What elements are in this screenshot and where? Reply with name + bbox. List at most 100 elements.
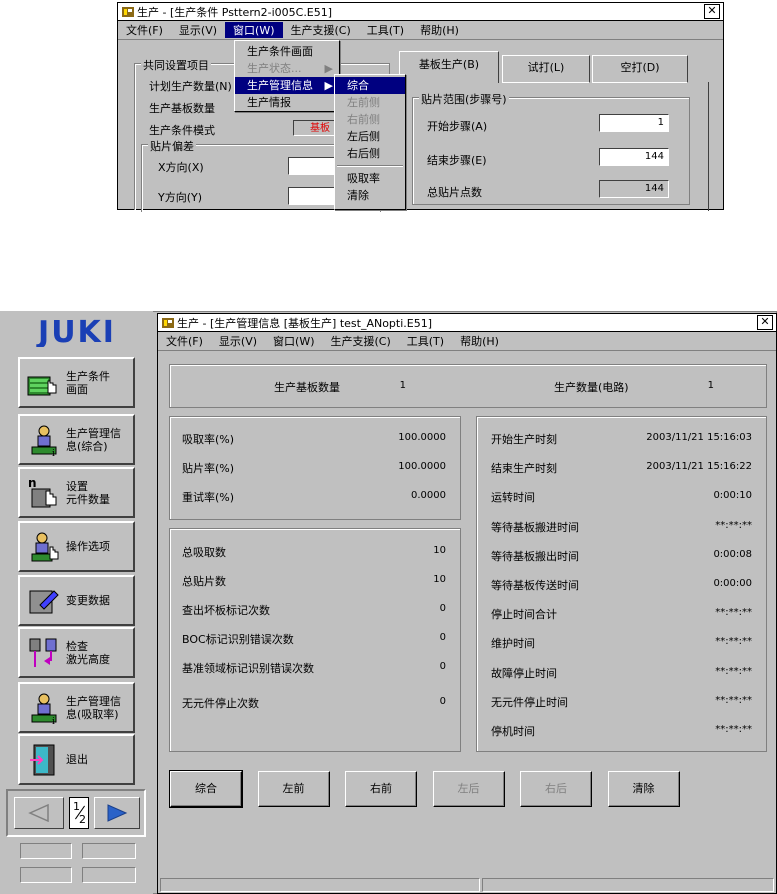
time-value: 0:00:08	[713, 548, 752, 560]
tab-board-production[interactable]: 基板生产(B)	[399, 51, 499, 83]
menu-item-condition-screen[interactable]: 生产条件画面	[235, 43, 339, 60]
rate-label: 重试率(%)	[182, 491, 235, 504]
sidebar-button-change-data[interactable]: 变更数据	[18, 575, 135, 626]
submenu-item-summary[interactable]: 综合	[335, 77, 405, 94]
edit-data-icon	[26, 583, 62, 619]
svg-text:n: n	[28, 476, 37, 490]
page-indicator: 1 2	[69, 797, 89, 829]
left-rear-button[interactable]: 左后	[432, 771, 505, 807]
submenu-separator	[337, 165, 403, 167]
menu-view[interactable]: 显示(V)	[171, 22, 225, 38]
left-front-button[interactable]: 左前	[257, 771, 330, 807]
svg-text:i: i	[52, 449, 55, 458]
menu-item-production-status[interactable]: 生产状态... ▶	[235, 60, 339, 77]
time-label: 等待基板搬进时间	[491, 520, 579, 534]
right-rear-button[interactable]: 右后	[520, 771, 592, 807]
submenu-item-left-front[interactable]: 左前侧	[335, 94, 405, 111]
total-points-label: 总贴片点数	[427, 186, 482, 199]
start-step-input[interactable]: 1	[599, 114, 669, 132]
menu-tools[interactable]: 工具(T)	[359, 22, 412, 38]
time-label: 停机时间	[491, 725, 535, 738]
sidebar-button-management-pickup[interactable]: i 生产管理信 息(吸取率)	[18, 682, 135, 733]
app-icon	[121, 5, 135, 19]
sidebar: JUKI 生产条件 画面 i 生产管理信 息(综合) n 设置 元件数量 操作选…	[0, 311, 153, 894]
operator-pickup-icon: i	[26, 690, 62, 727]
count-label: 基准领域标记识别错误次数	[182, 662, 314, 675]
menu-tools[interactable]: 工具(T)	[399, 333, 452, 349]
menu-item-production-report[interactable]: 生产情报	[235, 94, 339, 111]
summary-panel: 生产基板数量 1 生产数量(电路) 1	[169, 364, 767, 408]
main-close-button[interactable]: ✕	[757, 315, 773, 330]
end-step-input[interactable]: 144	[599, 148, 669, 166]
rates-panel: 吸取率(%) 100.0000 贴片率(%) 100.0000 重试率(%) 0.0000	[169, 416, 461, 520]
x-offset-label: X方向(X)	[158, 161, 204, 174]
sidebar-button-label: 生产条件 画面	[66, 369, 110, 396]
menu-support[interactable]: 生产支援(C)	[283, 22, 359, 38]
sidebar-button-exit[interactable]: 退出	[18, 734, 135, 785]
rate-value: 100.0000	[398, 432, 446, 443]
sidebar-button-check-laser-height[interactable]: 检查 激光高度	[18, 627, 135, 678]
right-front-button[interactable]: 右前	[345, 771, 417, 807]
main-titlebar: 生产 - [生产管理信息 [基板生产] test_ANopti.E51] ✕	[158, 314, 776, 332]
menu-help[interactable]: 帮助(H)	[452, 333, 507, 349]
time-value: **:**:**	[715, 665, 752, 677]
rate-label: 贴片率(%)	[182, 462, 235, 475]
submenu-item-clear[interactable]: 清除	[335, 187, 405, 204]
rate-value: 100.0000	[398, 461, 446, 472]
tab-trial[interactable]: 试打(L)	[502, 55, 590, 83]
sidebar-button-operation-options[interactable]: 操作选项	[18, 521, 135, 572]
time-label: 停止时间合计	[491, 608, 557, 622]
left-arrow-icon	[28, 804, 49, 822]
time-label: 等待基板传送时间	[491, 579, 579, 592]
menu-window[interactable]: 窗口(W)	[225, 22, 283, 38]
times-panel: 开始生产时刻 2003/11/21 15:16:03 结束生产时刻 2003/11/2…	[476, 416, 767, 752]
tab-dry-run[interactable]: 空打(D)	[592, 55, 688, 83]
status-cell-3	[20, 867, 72, 883]
count-label: 无元件停止次数	[182, 697, 259, 710]
page-total: 2	[79, 813, 86, 826]
management-info-submenu: 综合 左前侧 右前侧 左后侧 右后侧 吸取率 清除	[334, 74, 406, 210]
page-nav: 1 2	[6, 789, 146, 837]
menu-item-production-status-label: 生产状态...	[247, 62, 302, 75]
laser-height-icon	[26, 635, 62, 671]
count-label: BOC标记识别错误次数	[182, 633, 294, 646]
submenu-arrow-icon: ▶	[324, 79, 333, 92]
rate-value: 0.0000	[411, 490, 446, 501]
time-label: 无元件停止时间	[491, 695, 568, 709]
submenu-item-left-rear[interactable]: 左后侧	[335, 128, 405, 145]
board-qty-label: 生产基板数量	[149, 102, 215, 115]
time-label: 结束生产时刻	[491, 462, 557, 476]
menu-help[interactable]: 帮助(H)	[412, 22, 467, 38]
time-value: **:**:**	[715, 519, 752, 531]
time-label: 运转时间	[491, 491, 535, 505]
menu-file[interactable]: 文件(F)	[158, 333, 211, 349]
sidebar-button-set-parts-count[interactable]: n 设置 元件数量	[18, 467, 135, 518]
page-prev-button[interactable]	[14, 797, 64, 829]
menu-file[interactable]: 文件(F)	[118, 22, 171, 38]
page-next-button[interactable]	[94, 797, 140, 829]
sidebar-button-production-conditions[interactable]: 生产条件 画面	[18, 357, 135, 408]
top-close-button[interactable]: ✕	[704, 4, 720, 19]
total-points-field: 144	[599, 180, 669, 198]
menu-window[interactable]: 窗口(W)	[265, 333, 322, 349]
menu-item-management-info[interactable]: 生产管理信息 ▶	[235, 77, 339, 94]
menu-support[interactable]: 生产支援(C)	[323, 333, 399, 349]
menu-item-management-info-label: 生产管理信息	[247, 79, 313, 92]
summary-button[interactable]: 综合	[169, 770, 243, 808]
planned-qty-label: 计划生产数量(N)	[149, 80, 232, 93]
parts-count-icon: n	[26, 475, 62, 511]
count-value: 0	[439, 661, 446, 672]
sidebar-button-management-summary[interactable]: i 生产管理信 息(综合)	[18, 414, 135, 465]
clear-button[interactable]: 清除	[607, 771, 680, 807]
count-label: 总吸取数	[182, 546, 226, 559]
count-label: 查出坏板标记次数	[182, 604, 270, 617]
submenu-item-pickup-rate[interactable]: 吸取率	[335, 170, 405, 187]
main-window-title: 生产 - [生产管理信息 [基板生产] test_ANopti.E51]	[177, 316, 433, 330]
status-cell-1	[20, 843, 72, 859]
time-value: **:**:**	[715, 636, 752, 648]
submenu-item-right-rear[interactable]: 右后侧	[335, 145, 405, 162]
window-menu-dropdown: 生产条件画面 生产状态... ▶ 生产管理信息 ▶ 生产情报	[234, 40, 340, 112]
count-value: 10	[433, 545, 446, 556]
submenu-item-right-front[interactable]: 右前侧	[335, 111, 405, 128]
menu-view[interactable]: 显示(V)	[211, 333, 265, 349]
